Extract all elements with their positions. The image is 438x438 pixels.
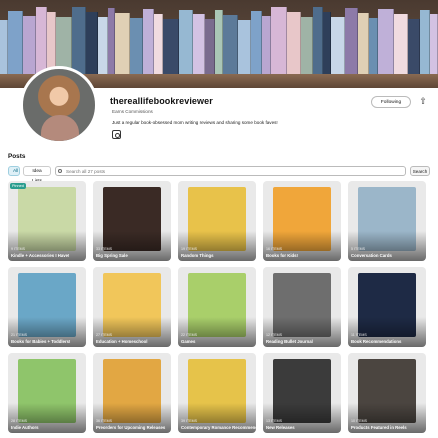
post-item-count: 16 ITEMS xyxy=(266,247,282,251)
avatar-body xyxy=(41,115,79,141)
posts-heading: Posts xyxy=(8,153,26,160)
post-item-count: 27 ITEMS xyxy=(96,333,112,337)
post-title: Games xyxy=(181,339,196,344)
book-spine xyxy=(107,8,116,76)
book-spine xyxy=(115,13,131,76)
book-spine xyxy=(286,11,301,76)
post-card[interactable]: 39 ITEMS Contemporary Romance Recommendat… xyxy=(178,353,256,433)
book-spine xyxy=(430,14,438,76)
book-spine xyxy=(205,19,216,76)
post-title: New Releases xyxy=(266,425,295,430)
post-item-count: 19 ITEMS xyxy=(181,247,197,251)
post-item-count: 9 ITEMS xyxy=(11,247,25,251)
post-card[interactable]: 5 ITEMS Conversation Cards xyxy=(348,181,426,261)
book-spine xyxy=(223,15,238,76)
post-card[interactable]: 33 ITEMS Big Spring Sale xyxy=(93,181,171,261)
post-title: Products Featured in Reels xyxy=(351,425,407,430)
book-spine xyxy=(394,13,409,76)
post-card[interactable]: 13 ITEMS New Releases xyxy=(263,353,341,433)
profile-subtitle: Earns Commissions xyxy=(112,109,153,114)
post-card[interactable]: 19 ITEMS Random Things xyxy=(178,181,256,261)
book-spine xyxy=(270,6,287,76)
post-card[interactable]: 22 ITEMS Games xyxy=(178,267,256,347)
profile-bio: Just a regular book-obsessed mom writing… xyxy=(112,120,278,125)
post-item-count: 12 ITEMS xyxy=(266,333,282,337)
book-spine xyxy=(71,7,86,76)
pinned-badge: Pinned xyxy=(10,183,26,189)
tab-idea-lists[interactable]: Idea Lists xyxy=(23,166,51,184)
post-title: Books for Kids! xyxy=(266,253,298,258)
post-item-count: 39 ITEMS xyxy=(181,419,197,423)
post-item-count: 21 ITEMS xyxy=(11,333,27,337)
profile-username: thereallifebookreviewer xyxy=(110,96,213,106)
post-card[interactable]: 27 ITEMS Education + Homeschool xyxy=(93,267,171,347)
post-card[interactable]: 28 ITEMS Indie Authors xyxy=(8,353,86,433)
book-spine xyxy=(358,13,370,76)
post-card[interactable]: 10 ITEMS Products Featured in Reels xyxy=(348,353,426,433)
book-spine xyxy=(143,8,155,76)
post-item-count: 22 ITEMS xyxy=(181,333,197,337)
tab-all[interactable]: All xyxy=(8,166,20,176)
post-item-count: 28 ITEMS xyxy=(11,419,27,423)
post-card[interactable]: Pinned 9 ITEMS Kindle + Accessories I Have… xyxy=(8,181,86,261)
post-title: Education + Homeschool xyxy=(96,339,148,344)
book-spine xyxy=(261,15,271,76)
post-title: Books for Babies + Toddlers! xyxy=(11,339,71,344)
search-input[interactable] xyxy=(55,166,406,176)
post-item-count: 5 ITEMS xyxy=(351,247,365,251)
book-spine xyxy=(130,17,144,76)
post-item-count: 10 ITEMS xyxy=(351,419,367,423)
search-button[interactable]: Search xyxy=(410,166,430,176)
post-title: Conversation Cards xyxy=(351,253,392,258)
book-spine xyxy=(378,8,395,76)
instagram-icon[interactable] xyxy=(112,130,121,139)
post-item-count: 11 ITEMS xyxy=(351,333,367,337)
book-spine xyxy=(322,12,331,76)
book-spine xyxy=(85,12,98,76)
post-item-count: 33 ITEMS xyxy=(96,247,112,251)
post-title: Preorders for Upcoming Releases xyxy=(96,425,166,430)
post-title: Book Recommendations xyxy=(351,339,402,344)
book-spine xyxy=(312,7,323,76)
book-spine xyxy=(154,13,164,76)
book-spine xyxy=(179,9,194,76)
book-spine xyxy=(7,10,23,76)
book-spine xyxy=(330,17,346,76)
post-card[interactable]: 11 ITEMS Book Recommendations xyxy=(348,267,426,347)
bookshelf-image xyxy=(0,6,438,76)
post-title: Reading Bullet Journal xyxy=(266,339,313,344)
following-button[interactable]: Following xyxy=(371,96,411,108)
book-spine xyxy=(0,20,8,76)
book-spine xyxy=(215,10,223,76)
post-title: Big Spring Sale xyxy=(96,253,128,258)
post-item-count: 36 ITEMS xyxy=(96,419,112,423)
post-card[interactable]: 12 ITEMS Reading Bullet Journal xyxy=(263,267,341,347)
post-card[interactable]: 21 ITEMS Books for Babies + Toddlers! xyxy=(8,267,86,347)
post-title: Random Things xyxy=(181,253,214,258)
book-spine xyxy=(345,8,359,76)
post-card[interactable]: 16 ITEMS Books for Kids! xyxy=(263,181,341,261)
book-spine xyxy=(420,9,431,76)
avatar[interactable] xyxy=(20,66,98,144)
post-title: Kindle + Accessories I Have! xyxy=(11,253,70,258)
post-title: Contemporary Romance Recommendations xyxy=(181,425,256,430)
book-spine xyxy=(22,15,36,76)
search-icon xyxy=(58,169,62,173)
share-icon[interactable]: ⇧ xyxy=(418,96,428,107)
book-spine xyxy=(97,17,108,76)
book-spine xyxy=(300,16,313,76)
book-spine xyxy=(35,6,47,76)
book-spine xyxy=(237,20,251,76)
book-spine xyxy=(163,18,180,76)
book-spine xyxy=(193,14,206,76)
book-spine xyxy=(250,10,262,76)
post-item-count: 13 ITEMS xyxy=(266,419,282,423)
book-spine xyxy=(369,17,379,76)
post-title: Indie Authors xyxy=(11,425,39,430)
post-card[interactable]: 36 ITEMS Preorders for Upcoming Releases xyxy=(93,353,171,433)
book-spine xyxy=(408,18,421,76)
